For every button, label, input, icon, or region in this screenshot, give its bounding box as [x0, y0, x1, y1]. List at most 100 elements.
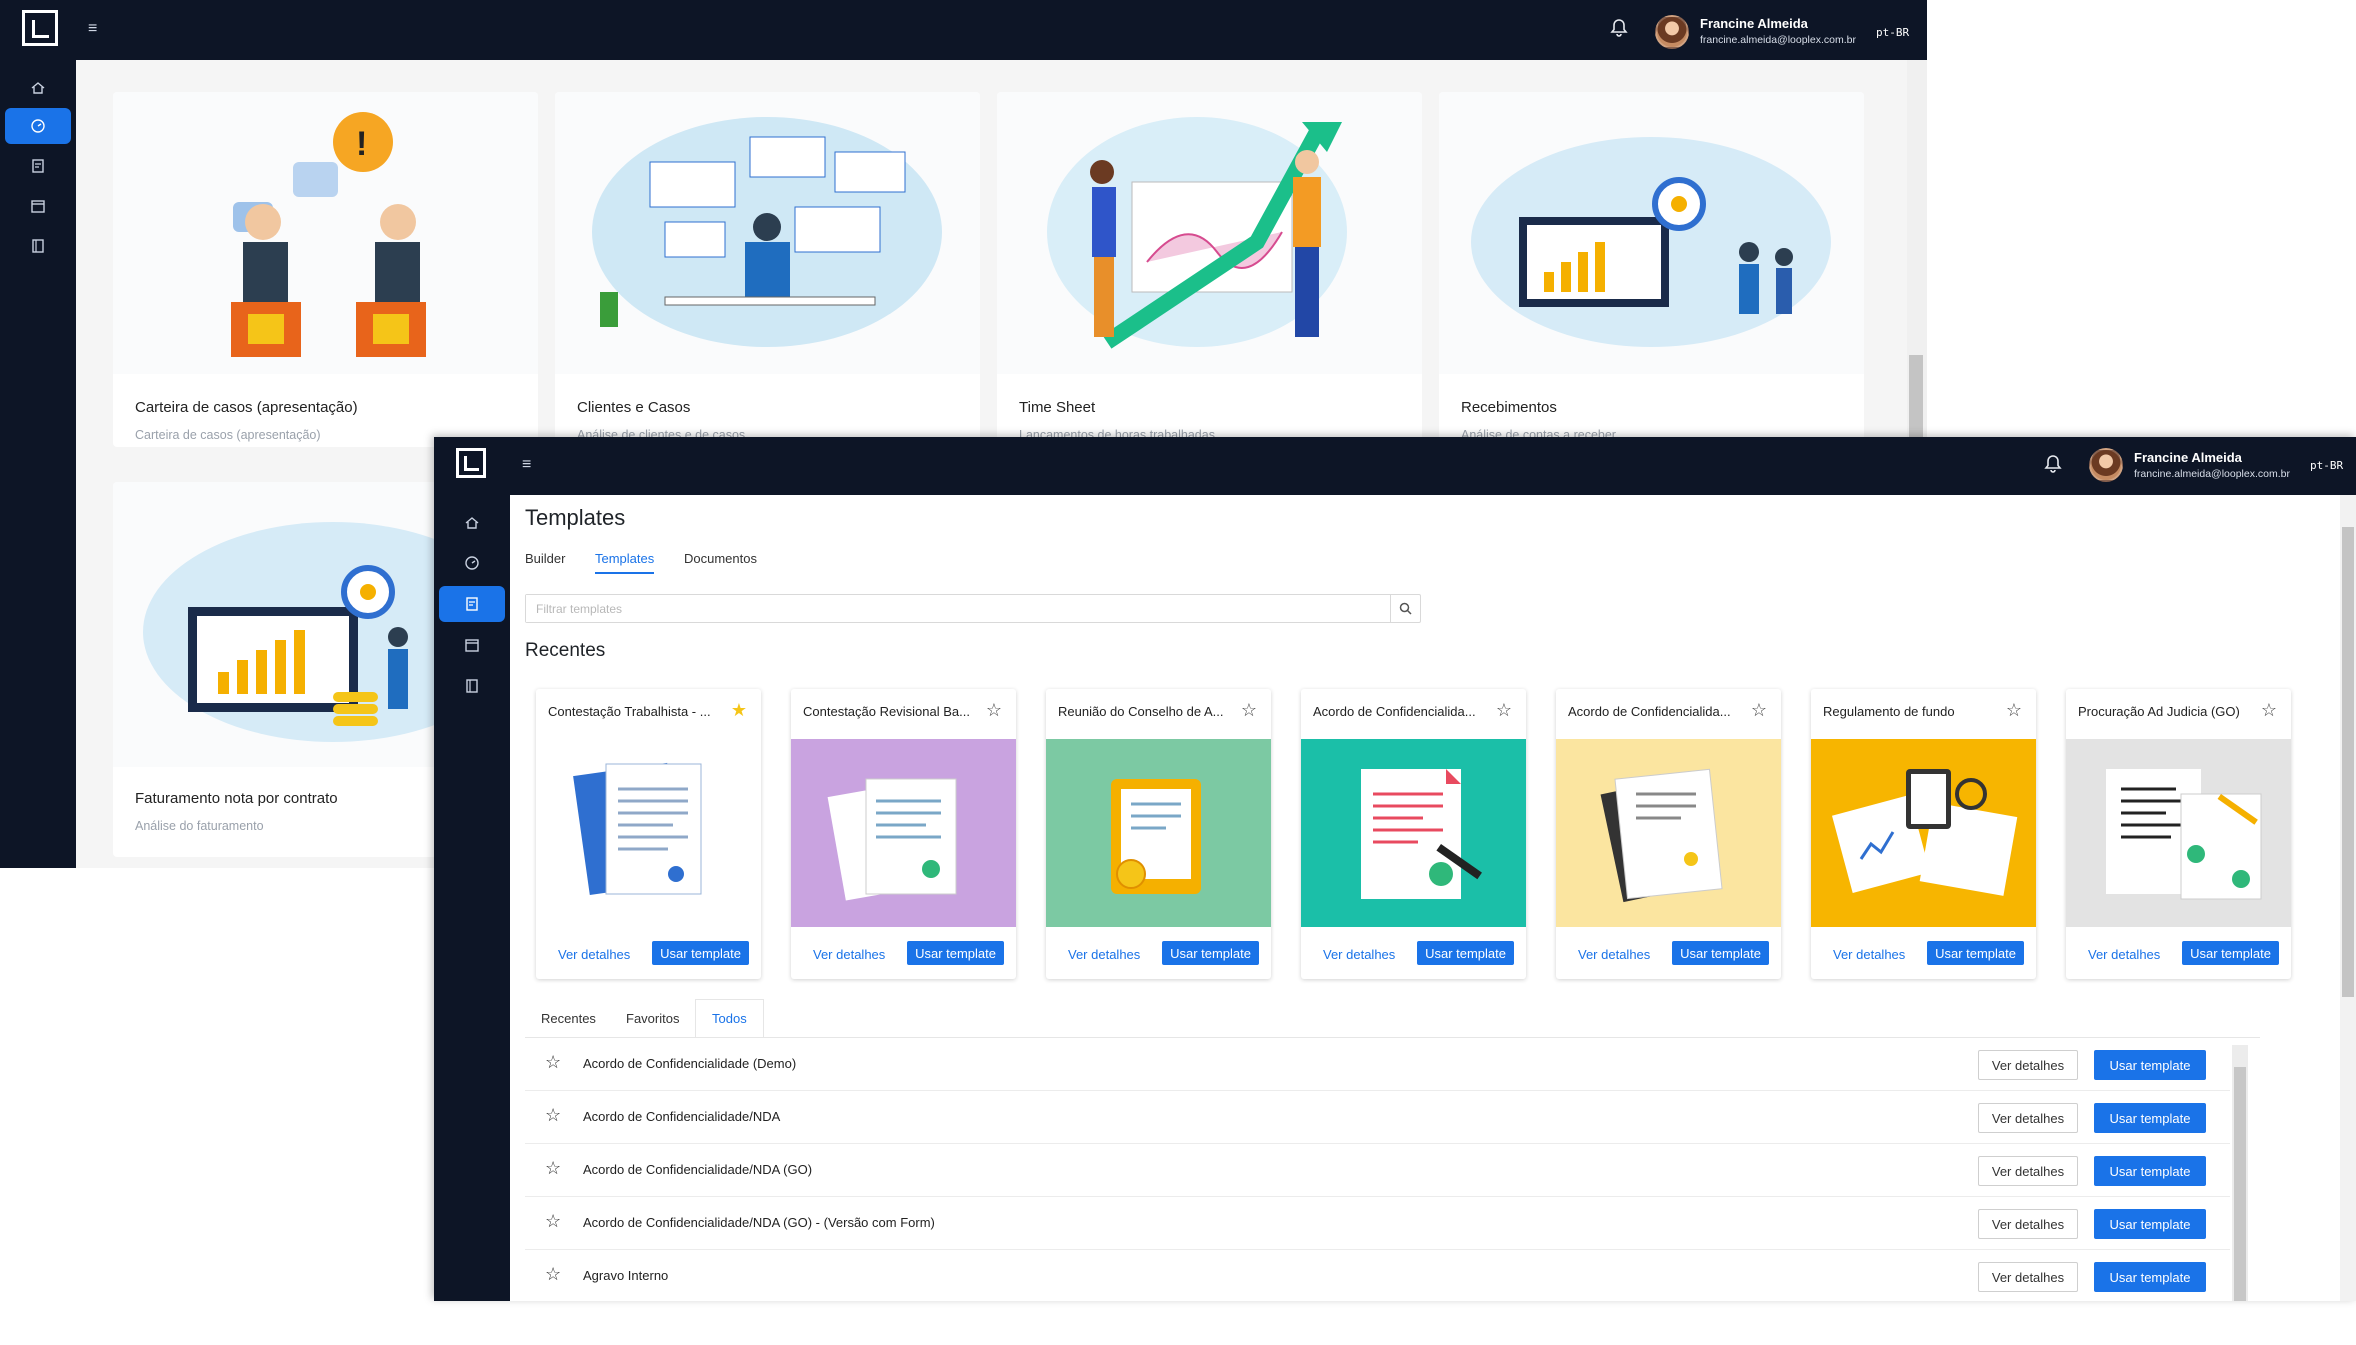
view-details-link[interactable]: Ver detalhes: [1068, 947, 1140, 962]
star-icon[interactable]: ☆: [2006, 700, 2022, 721]
user-email: francine.almeida@looplex.com.br: [1700, 34, 1856, 46]
star-icon[interactable]: ☆: [2261, 700, 2277, 721]
template-card[interactable]: Procuração Ad Judicia (GO) ☆ Ver detalhe…: [2066, 689, 2291, 979]
sidebar-item-documents[interactable]: [439, 668, 505, 704]
view-details-link[interactable]: Ver detalhes: [813, 947, 885, 962]
star-icon[interactable]: ★: [731, 700, 747, 721]
star-icon[interactable]: ☆: [1241, 700, 1257, 721]
star-icon[interactable]: ☆: [545, 1052, 561, 1073]
tab-templates[interactable]: Templates: [595, 551, 655, 574]
list-item[interactable]: ☆ Acordo de Confidencialidade/NDA Ver de…: [525, 1091, 2230, 1144]
template-name: Acordo de Confidencialidade/NDA (GO): [583, 1162, 813, 1177]
looplex-logo[interactable]: [456, 448, 486, 478]
use-template-button[interactable]: Usar template: [1162, 941, 1259, 965]
sidebar-item-documents[interactable]: [5, 228, 71, 264]
sidebar-item-templates[interactable]: [439, 586, 505, 622]
sidebar-item-calendar[interactable]: [439, 627, 505, 663]
tab-builder[interactable]: Builder: [525, 551, 565, 566]
list-item[interactable]: ☆ Agravo Interno Ver detalhes Usar templ…: [525, 1250, 2230, 1301]
list-item[interactable]: ☆ Acordo de Confidencialidade/NDA (GO) V…: [525, 1144, 2230, 1197]
template-card-title: Contestação Trabalhista - ...: [548, 704, 711, 719]
list-tab-todos[interactable]: Todos: [695, 999, 764, 1037]
template-card[interactable]: Acordo de Confidencialida... ☆ Ver detal…: [1301, 689, 1526, 979]
avatar[interactable]: [2089, 448, 2123, 482]
use-template-button[interactable]: Usar template: [2094, 1103, 2206, 1133]
view-details-button[interactable]: Ver detalhes: [1978, 1050, 2078, 1080]
use-template-button[interactable]: Usar template: [2094, 1262, 2206, 1292]
sidebar-item-home[interactable]: [439, 505, 505, 541]
looplex-logo[interactable]: [22, 10, 58, 46]
use-template-button[interactable]: Usar template: [907, 941, 1004, 965]
list-scrollbar-thumb[interactable]: [2234, 1067, 2246, 1301]
recent-heading: Recentes: [525, 640, 606, 661]
document-illustration: [1046, 739, 1271, 927]
sidebar-item-home[interactable]: [5, 70, 71, 106]
search-icon: [1399, 602, 1412, 615]
bell-icon[interactable]: [1610, 18, 1628, 43]
list-item[interactable]: ☆ Acordo de Confidencialidade (Demo) Ver…: [525, 1038, 2230, 1091]
view-details-link[interactable]: Ver detalhes: [2088, 947, 2160, 962]
star-icon[interactable]: ☆: [1751, 700, 1767, 721]
page-scrollbar-thumb[interactable]: [2342, 527, 2354, 997]
sidebar-item-calendar[interactable]: [5, 188, 71, 224]
list-item[interactable]: ☆ Acordo de Confidencialidade/NDA (GO) -…: [525, 1197, 2230, 1250]
use-template-button[interactable]: Usar template: [2094, 1209, 2206, 1239]
search-button[interactable]: [1390, 595, 1420, 622]
template-card[interactable]: Contestação Trabalhista - ... ★ Ver deta…: [536, 689, 761, 979]
star-icon[interactable]: ☆: [545, 1105, 561, 1126]
view-details-button[interactable]: Ver detalhes: [1978, 1209, 2078, 1239]
sidebar-item-templates[interactable]: [5, 148, 71, 184]
template-card[interactable]: Regulamento de fundo ☆ Ver detalhes Usar…: [1811, 689, 2036, 979]
view-details-button[interactable]: Ver detalhes: [1978, 1156, 2078, 1186]
view-details-link[interactable]: Ver detalhes: [1578, 947, 1650, 962]
star-icon[interactable]: ☆: [545, 1211, 561, 1232]
template-card-title: Acordo de Confidencialida...: [1568, 704, 1731, 719]
use-template-button[interactable]: Usar template: [652, 941, 749, 965]
tab-documentos[interactable]: Documentos: [684, 551, 757, 566]
language-selector[interactable]: pt-BR: [1876, 26, 1909, 39]
star-icon[interactable]: ☆: [1496, 700, 1512, 721]
menu-icon[interactable]: ≡: [88, 20, 97, 38]
book-icon: [32, 239, 44, 253]
template-card[interactable]: Reunião do Conselho de A... ☆ Ver detalh…: [1046, 689, 1271, 979]
use-template-button[interactable]: Usar template: [1927, 941, 2024, 965]
list-tab-recentes[interactable]: Recentes: [525, 999, 612, 1037]
dashboard-card[interactable]: Time Sheet Lançamentos de horas trabalha…: [997, 92, 1422, 447]
use-template-button[interactable]: Usar template: [1417, 941, 1514, 965]
front-topbar: ≡ Francine Almeida francine.almeida@loop…: [434, 437, 2356, 495]
sidebar-item-dashboards[interactable]: [5, 108, 71, 144]
user-name: Francine Almeida: [2134, 450, 2242, 465]
view-details-button[interactable]: Ver detalhes: [1978, 1103, 2078, 1133]
templates-icon: [32, 159, 44, 173]
star-icon[interactable]: ☆: [545, 1158, 561, 1179]
dashboard-desk-illustration: [555, 92, 980, 374]
dashboard-card[interactable]: Clientes e Casos Análise de clientes e d…: [555, 92, 980, 447]
card-title: Clientes e Casos: [577, 399, 691, 416]
search-input[interactable]: [526, 595, 1390, 622]
dashboard-card[interactable]: ! Carteira de casos (apresentação) Carte…: [113, 92, 538, 447]
view-details-button[interactable]: Ver detalhes: [1978, 1262, 2078, 1292]
star-icon[interactable]: ☆: [545, 1264, 561, 1285]
page-title: Templates: [525, 505, 626, 530]
dashboard-card[interactable]: Recebimentos Análise de contas a receber: [1439, 92, 1864, 447]
back-scrollbar-thumb[interactable]: [1909, 355, 1923, 445]
template-list: ☆ Acordo de Confidencialidade (Demo) Ver…: [525, 1037, 2260, 1301]
star-icon[interactable]: ☆: [986, 700, 1002, 721]
list-tab-favoritos[interactable]: Favoritos: [610, 999, 695, 1037]
use-template-button[interactable]: Usar template: [2182, 941, 2279, 965]
use-template-button[interactable]: Usar template: [2094, 1050, 2206, 1080]
template-card[interactable]: Contestação Revisional Ba... ☆ Ver detal…: [791, 689, 1016, 979]
template-card[interactable]: Acordo de Confidencialida... ☆ Ver detal…: [1556, 689, 1781, 979]
view-details-link[interactable]: Ver detalhes: [1833, 947, 1905, 962]
use-template-button[interactable]: Usar template: [1672, 941, 1769, 965]
bell-icon[interactable]: [2044, 454, 2062, 479]
menu-icon[interactable]: ≡: [522, 456, 531, 474]
template-name: Agravo Interno: [583, 1268, 669, 1283]
view-details-link[interactable]: Ver detalhes: [558, 947, 630, 962]
use-template-button[interactable]: Usar template: [2094, 1156, 2206, 1186]
sidebar-item-dashboards[interactable]: [439, 545, 505, 581]
view-details-link[interactable]: Ver detalhes: [1323, 947, 1395, 962]
language-selector[interactable]: pt-BR: [2310, 459, 2343, 472]
avatar[interactable]: [1655, 15, 1689, 49]
user-email: francine.almeida@looplex.com.br: [2134, 468, 2290, 480]
